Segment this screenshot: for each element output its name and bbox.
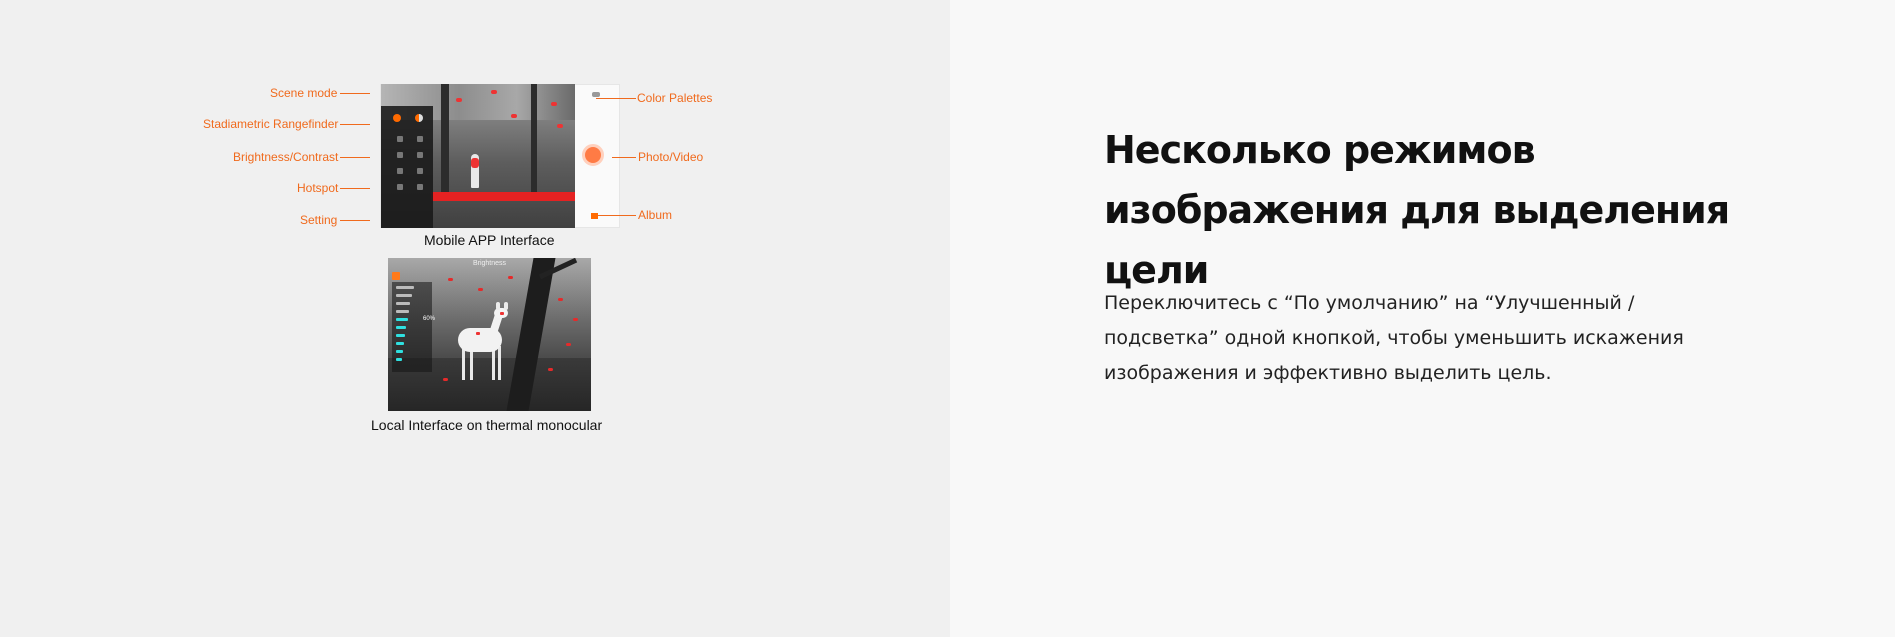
- label-hotspot: Hotspot: [297, 181, 339, 195]
- menu-option-icon[interactable]: [397, 184, 403, 190]
- label-rangefinder: Stadiametric Rangefinder: [203, 117, 339, 131]
- hotspot-speck: [566, 343, 571, 346]
- brightness-level: 60%: [423, 316, 436, 322]
- thermal-person-hot: [471, 158, 479, 168]
- label-setting: Setting: [300, 213, 338, 227]
- leader-line: [340, 220, 370, 221]
- level-bar-active: [396, 350, 403, 353]
- leader-line: [340, 188, 370, 189]
- menu-option-icon[interactable]: [417, 184, 423, 190]
- hotspot-marker: [551, 102, 557, 106]
- mobile-app-screenshot: [380, 84, 620, 228]
- monocular-overlay-title: Brightness: [472, 260, 507, 267]
- label-photo-video: Photo/Video: [638, 150, 704, 164]
- section-headline: Несколько режимов изображения для выделе…: [1104, 128, 1730, 292]
- hotspot-speck: [558, 298, 563, 301]
- level-bar: [396, 286, 414, 289]
- palette-icon[interactable]: [592, 92, 600, 97]
- hotspot-band: [431, 192, 575, 201]
- leader-line: [340, 157, 370, 158]
- menu-option-icon[interactable]: [417, 168, 423, 174]
- brightness-bar-panel: [392, 282, 432, 372]
- label-brightness: Brightness/Contrast: [233, 150, 339, 164]
- menu-option-icon[interactable]: [397, 152, 403, 158]
- deer-ear: [504, 302, 508, 310]
- section-description: Переключитесь с “По умолчанию” на “Улучш…: [1104, 292, 1684, 384]
- menu-option-icon[interactable]: [397, 168, 403, 174]
- level-bar-active: [396, 326, 406, 329]
- monocular-screenshot: Brightness 60%: [388, 258, 591, 411]
- level-bar-active: [396, 318, 408, 321]
- level-bar: [396, 302, 410, 305]
- shutter-button[interactable]: [582, 144, 604, 166]
- hotspot-speck: [548, 368, 553, 371]
- level-bar-active: [396, 334, 405, 337]
- hotspot-speck: [573, 318, 578, 321]
- mobile-app-caption: Mobile APP Interface: [424, 232, 555, 248]
- level-bar-active: [396, 342, 404, 345]
- level-bar-active: [396, 358, 402, 361]
- leader-line: [598, 215, 636, 216]
- hotspot-speck: [443, 378, 448, 381]
- scene-mode-sun-icon[interactable]: [393, 114, 401, 122]
- level-bar: [396, 310, 409, 313]
- hotspot-marker: [491, 90, 497, 94]
- level-bar: [396, 294, 412, 297]
- monocular-caption: Local Interface on thermal monocular: [371, 417, 603, 433]
- leader-line: [340, 124, 370, 125]
- scene-mode-contrast-icon[interactable]: [415, 114, 423, 122]
- hotspot-marker: [511, 114, 517, 118]
- hotspot-speck: [508, 276, 513, 279]
- deer-leg: [498, 346, 501, 380]
- hotspot-speck: [448, 278, 453, 281]
- menu-option-icon[interactable]: [417, 152, 423, 158]
- thermal-tree: [441, 84, 449, 194]
- deer-hotspot: [476, 332, 480, 335]
- label-color-palettes: Color Palettes: [637, 91, 713, 105]
- mode-badge-icon: [392, 272, 400, 280]
- app-side-menu: [381, 106, 433, 228]
- menu-option-icon[interactable]: [417, 136, 423, 142]
- hotspot-marker: [557, 124, 563, 128]
- leader-line: [596, 98, 636, 99]
- menu-option-icon[interactable]: [397, 136, 403, 142]
- label-album: Album: [638, 208, 673, 222]
- thermal-tree: [531, 84, 537, 194]
- label-scene-mode: Scene mode: [270, 86, 338, 100]
- album-icon[interactable]: [591, 213, 598, 219]
- deer-hotspot: [500, 312, 504, 315]
- hotspot-marker: [456, 98, 462, 102]
- hotspot-speck: [478, 288, 483, 291]
- leader-line: [340, 93, 370, 94]
- leader-line: [612, 157, 636, 158]
- left-panel: Scene mode Stadiametric Rangefinder Brig…: [0, 0, 950, 637]
- deer-ear: [496, 302, 500, 310]
